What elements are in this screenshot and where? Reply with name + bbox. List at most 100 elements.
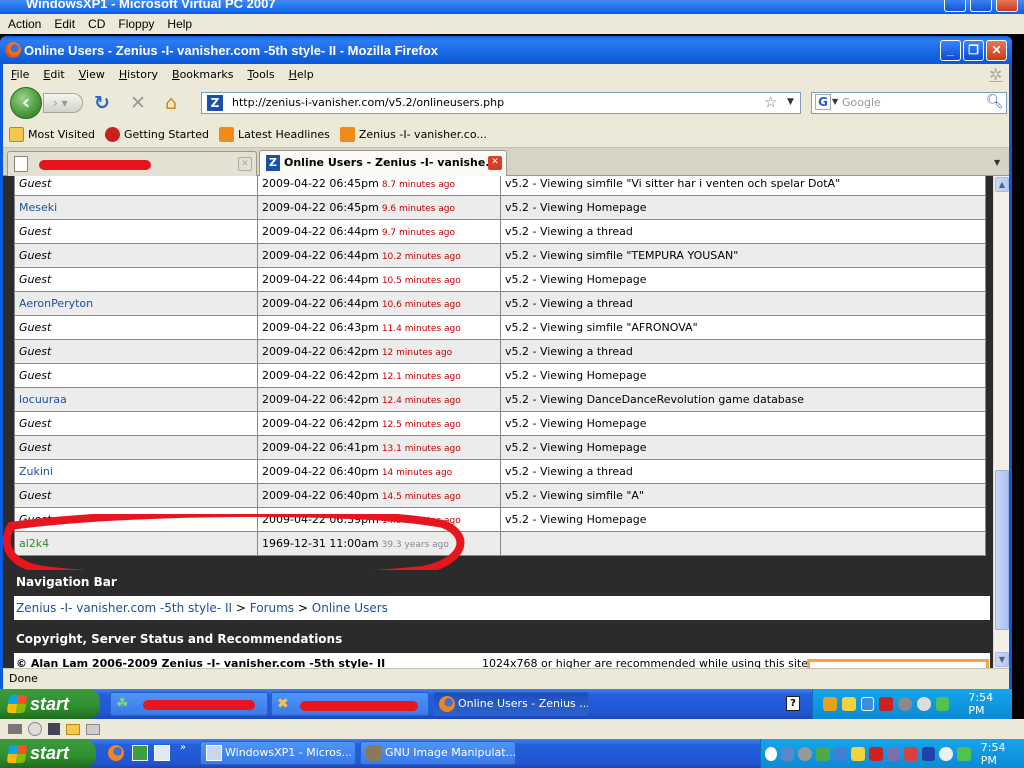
guest-start-button[interactable]: start (0, 689, 100, 719)
messenger-tray-icon[interactable] (815, 746, 830, 761)
breadcrumb-forums[interactable]: Forums (250, 601, 294, 615)
eye-icon[interactable] (939, 746, 954, 761)
menu-bookmarks[interactable]: Bookmarks (172, 68, 233, 81)
minimize-icon[interactable] (944, 0, 966, 12)
vertical-scrollbar[interactable]: ▲ ▼ (993, 176, 1009, 668)
windows-flag-icon (6, 695, 28, 713)
menu-edit[interactable]: Edit (43, 68, 64, 81)
time-ago: 12.4 minutes ago (381, 396, 461, 406)
address-bar[interactable]: Z http://zenius-i-vanisher.com/v5.2/onli… (201, 92, 801, 114)
scroll-thumb[interactable] (995, 470, 1009, 630)
bookmark-getting-started[interactable]: Getting Started (104, 127, 209, 142)
guest-task-redacted-1[interactable]: ☘ (110, 692, 268, 716)
activity-cell: v5.2 - Viewing DanceDanceRevolution game… (500, 387, 986, 412)
help-icon[interactable]: ? (786, 696, 800, 711)
network-tray-icon[interactable] (860, 697, 875, 711)
user-name[interactable]: locuuraa (19, 393, 67, 406)
firefox-icon (439, 696, 455, 712)
security-icon[interactable] (868, 746, 883, 761)
shared-folder-icon[interactable] (66, 723, 80, 735)
user-name[interactable]: Meseki (19, 201, 57, 214)
shield-icon[interactable] (851, 746, 865, 761)
bookmark-zenius[interactable]: Zenius -I- vanisher.co... (339, 127, 487, 142)
wireless-icon[interactable] (833, 746, 848, 761)
bookmark-star-icon[interactable]: ☆ (764, 92, 777, 112)
firefox-close-button[interactable]: ✕ (986, 40, 1007, 61)
search-icon[interactable]: 🔍︎ (986, 92, 1004, 112)
user-name[interactable]: AeronPeryton (19, 297, 93, 310)
quicklaunch-overflow-icon[interactable]: » (180, 742, 186, 753)
breadcrumb-site[interactable]: Zenius -I- vanisher.com -5th style- II (16, 601, 232, 615)
rss-feed-icon (219, 127, 234, 142)
explorer-quicklaunch-icon[interactable] (154, 745, 170, 761)
vpc-menu-edit[interactable]: Edit (54, 17, 75, 31)
tab-close-icon[interactable]: ✕ (238, 157, 252, 171)
firefox-minimize-button[interactable]: _ (940, 40, 961, 61)
messenger-quicklaunch-icon[interactable] (132, 745, 148, 761)
maximize-icon[interactable] (970, 0, 992, 12)
tab-redacted[interactable]: ✕ (7, 151, 257, 176)
floppy-icon[interactable] (48, 723, 60, 735)
address-dropdown-icon[interactable]: ▼ (787, 92, 794, 112)
bookmark-latest-headlines[interactable]: Latest Headlines (219, 127, 330, 142)
network-tray-icon[interactable] (957, 746, 971, 761)
tray-app-icon[interactable] (780, 746, 795, 761)
tab-close-icon[interactable]: ✕ (488, 156, 502, 170)
stop-icon[interactable]: ✕ (130, 92, 146, 114)
host-start-button[interactable]: start (0, 739, 96, 768)
tray-app-icon[interactable] (921, 746, 936, 761)
back-button[interactable]: ‹ (10, 87, 42, 119)
drive-icon[interactable] (8, 724, 22, 734)
tray-app-icon[interactable] (886, 746, 901, 761)
tab-list-dropdown-icon[interactable]: ▼ (994, 158, 1000, 167)
speaker-icon[interactable] (898, 697, 912, 711)
host-task-gimp[interactable]: GNU Image Manipulat... (360, 741, 516, 765)
vpc-menu-action[interactable]: Action (8, 17, 41, 31)
vpc-menu-cd[interactable]: CD (88, 17, 105, 31)
user-cell[interactable]: Zukini (14, 459, 258, 484)
user-cell[interactable]: locuuraa (14, 387, 258, 412)
bookmark-most-visited[interactable]: Most Visited (9, 127, 95, 142)
tray-collapse-icon[interactable] (765, 746, 777, 761)
search-box[interactable]: G ▼ Google 🔍︎ (811, 92, 1007, 114)
menu-view[interactable]: View (79, 68, 105, 81)
reload-icon[interactable]: ↻ (94, 92, 110, 114)
guest-task-redacted-2[interactable]: ✖ (271, 692, 429, 716)
shield-icon[interactable] (841, 697, 856, 711)
eye-icon[interactable] (916, 697, 931, 711)
home-icon[interactable]: ⌂ (165, 92, 177, 114)
tray-app-icon[interactable] (904, 746, 918, 761)
forward-button[interactable]: › ▾ (43, 93, 83, 113)
host-task-vpc[interactable]: WindowsXP1 - Micros... (200, 741, 356, 765)
vpc-menu-help[interactable]: Help (167, 17, 192, 31)
security-icon[interactable] (879, 697, 894, 711)
cd-icon[interactable] (28, 722, 42, 736)
menu-tools[interactable]: Tools (247, 68, 274, 81)
menu-file[interactable]: File (11, 68, 29, 81)
tab-online-users[interactable]: Z Online Users - Zenius -I- vanishe... ✕ (259, 150, 507, 176)
firefox-quicklaunch-icon[interactable] (108, 745, 124, 761)
firefox-maximize-button[interactable]: ❐ (963, 40, 984, 61)
scroll-down-icon[interactable]: ▼ (995, 652, 1009, 667)
vpc-menu-floppy[interactable]: Floppy (118, 17, 154, 31)
engine-dropdown-icon[interactable]: ▼ (832, 92, 838, 112)
last-active-cell: 2009-04-22 06:42pm 12 minutes ago (257, 339, 501, 364)
user-name[interactable]: Zukini (19, 465, 53, 478)
menu-help[interactable]: Help (289, 68, 314, 81)
activity-cell: v5.2 - Viewing Homepage (500, 411, 986, 436)
network-adapter-icon[interactable] (86, 723, 100, 735)
google-engine-icon[interactable]: G (815, 94, 831, 110)
user-cell[interactable]: AeronPeryton (14, 291, 258, 316)
menu-history[interactable]: History (119, 68, 158, 81)
window-border-right (1009, 64, 1012, 689)
tools-tray-icon[interactable] (823, 697, 837, 711)
close-icon[interactable] (996, 0, 1018, 12)
messenger-icon[interactable] (935, 697, 950, 711)
breadcrumb-online-users[interactable]: Online Users (312, 601, 388, 615)
guest-task-firefox[interactable]: Online Users - Zenius ... (433, 692, 589, 716)
tray-app-icon[interactable] (798, 746, 812, 761)
user-cell[interactable]: Meseki (14, 195, 258, 220)
scroll-up-icon[interactable]: ▲ (995, 177, 1009, 192)
user-name: Guest (19, 441, 52, 454)
last-active-time: 2009-04-22 06:44pm (262, 297, 379, 310)
